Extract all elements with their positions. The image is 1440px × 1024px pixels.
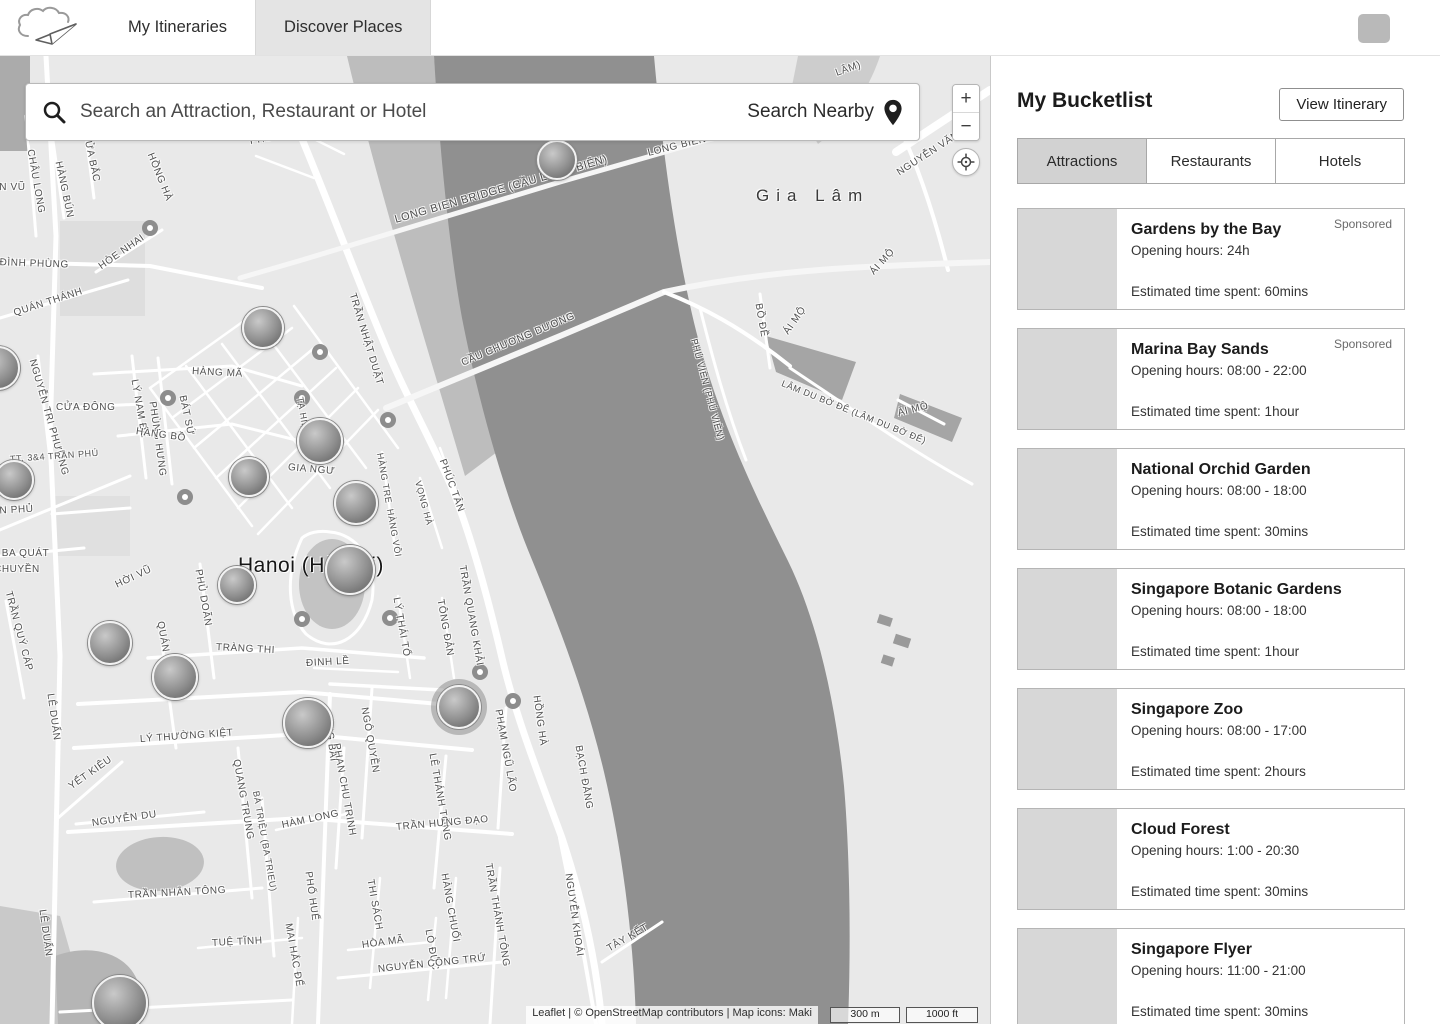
card-image-placeholder <box>1018 209 1117 309</box>
bucketlist-card[interactable]: Sponsored Gardens by the Bay Opening hou… <box>1017 208 1405 310</box>
search-icon <box>43 101 66 124</box>
street-label: CHUYỀN <box>0 564 40 575</box>
bucketlist-card[interactable]: Singapore Botanic Gardens Opening hours:… <box>1017 568 1405 670</box>
card-time-spent: Estimated time spent: 30mins <box>1131 1004 1309 1019</box>
card-opening-hours: Opening hours: 08:00 - 17:00 <box>1131 723 1307 738</box>
card-title: National Orchid Garden <box>1131 461 1311 478</box>
map-photo-marker[interactable] <box>283 698 333 748</box>
card-time-spent: Estimated time spent: 1hour <box>1131 644 1300 659</box>
card-image-placeholder <box>1018 929 1117 1024</box>
card-opening-hours: Opening hours: 24h <box>1131 243 1250 258</box>
attribution-text: | © <box>565 1007 586 1019</box>
map-photo-marker[interactable] <box>437 685 481 729</box>
card-opening-hours: Opening hours: 11:00 - 21:00 <box>1131 963 1306 978</box>
card-body: Sponsored Marina Bay Sands Opening hours… <box>1117 329 1404 429</box>
maki-link[interactable]: Maki <box>789 1007 812 1019</box>
attribution-text: contributors | Map icons: <box>663 1007 789 1019</box>
map-photo-marker[interactable] <box>325 545 375 595</box>
sponsored-badge: Sponsored <box>1333 217 1392 231</box>
avatar[interactable] <box>1358 14 1390 43</box>
bucketlist-card[interactable]: Sponsored Marina Bay Sands Opening hours… <box>1017 328 1405 430</box>
bucketlist-cards: Sponsored Gardens by the Bay Opening hou… <box>1017 208 1405 1024</box>
street-label: O BA QUÁT <box>0 548 50 559</box>
bucketlist-tabs: Attractions Restaurants Hotels <box>1017 138 1405 184</box>
card-image-placeholder <box>1018 569 1117 669</box>
card-image-placeholder <box>1018 329 1117 429</box>
map-search-bar: Search Nearby <box>25 83 920 141</box>
search-input[interactable] <box>80 101 732 123</box>
map-photo-marker[interactable] <box>334 481 378 525</box>
map-attribution: Leaflet | © OpenStreetMap contributors |… <box>526 1006 818 1024</box>
district-label: Gia Lâm <box>756 186 870 205</box>
bucketlist-card[interactable]: Singapore Flyer Opening hours: 11:00 - 2… <box>1017 928 1405 1024</box>
locate-button[interactable] <box>952 148 980 176</box>
card-opening-hours: Opening hours: 08:00 - 18:00 <box>1131 483 1307 498</box>
map-photo-marker[interactable] <box>242 307 284 349</box>
search-nearby-button[interactable]: Search Nearby <box>731 99 903 126</box>
map-photo-marker[interactable] <box>88 621 132 665</box>
map-photo-marker[interactable] <box>297 418 343 464</box>
bucketlist-card[interactable]: Singapore Zoo Opening hours: 08:00 - 17:… <box>1017 688 1405 790</box>
paper-plane-cloud-icon <box>17 6 77 45</box>
card-image-placeholder <box>1018 809 1117 909</box>
map-photo-marker[interactable] <box>152 654 198 700</box>
map-photo-marker[interactable] <box>218 566 256 604</box>
street-label: CỬA ĐÔNG <box>56 402 116 413</box>
map-photo-marker[interactable] <box>537 140 577 180</box>
card-time-spent: Estimated time spent: 30mins <box>1131 524 1309 539</box>
tab-attractions[interactable]: Attractions <box>1017 138 1147 184</box>
card-body: Singapore Botanic Gardens Opening hours:… <box>1117 569 1404 669</box>
view-itinerary-button[interactable]: View Itinerary <box>1279 88 1404 121</box>
card-body: Sponsored Gardens by the Bay Opening hou… <box>1117 209 1404 309</box>
search-nearby-label: Search Nearby <box>747 101 874 122</box>
panel-title: My Bucketlist <box>1017 89 1153 112</box>
scale-bar-imperial: 1000 ft <box>906 1007 978 1023</box>
card-opening-hours: Opening hours: 1:00 - 20:30 <box>1131 843 1300 858</box>
card-time-spent: Estimated time spent: 1hour <box>1131 404 1300 419</box>
street-label: ĐINH LỀ <box>305 655 350 669</box>
card-title: Cloud Forest <box>1131 821 1230 838</box>
nav-tab-my-itineraries[interactable]: My Itineraries <box>100 0 255 55</box>
crosshair-icon <box>957 153 975 171</box>
card-title: Singapore Zoo <box>1131 701 1243 718</box>
tab-hotels[interactable]: Hotels <box>1275 138 1405 184</box>
map-photo-marker[interactable] <box>229 457 269 497</box>
tab-restaurants[interactable]: Restaurants <box>1146 138 1276 184</box>
card-body: Singapore Flyer Opening hours: 11:00 - 2… <box>1117 929 1404 1024</box>
zoom-control: + − <box>952 84 980 141</box>
card-time-spent: Estimated time spent: 30mins <box>1131 884 1309 899</box>
card-title: Singapore Flyer <box>1131 941 1252 958</box>
card-title: Singapore Botanic Gardens <box>1131 581 1342 598</box>
osm-link[interactable]: OpenStreetMap <box>585 1007 663 1019</box>
map-photo-marker[interactable] <box>92 975 148 1024</box>
top-nav: My Itineraries Discover Places <box>0 0 1440 56</box>
card-time-spent: Estimated time spent: 60mins <box>1131 284 1309 299</box>
scale-bar-metric: 300 m <box>830 1007 900 1023</box>
map[interactable]: LONG BIEN BRIDGE (CẦU LONG BIÊN) LONG BIÊ… <box>0 56 990 1024</box>
card-body: National Orchid Garden Opening hours: 08… <box>1117 449 1404 549</box>
card-opening-hours: Opening hours: 08:00 - 18:00 <box>1131 603 1307 618</box>
bucketlist-card[interactable]: National Orchid Garden Opening hours: 08… <box>1017 448 1405 550</box>
card-image-placeholder <box>1018 449 1117 549</box>
card-time-spent: Estimated time spent: 2hours <box>1131 764 1306 779</box>
app-logo <box>0 0 100 55</box>
bucketlist-panel: My Bucketlist View Itinerary Attractions… <box>990 56 1440 1024</box>
sponsored-badge: Sponsored <box>1333 337 1392 351</box>
zoom-out-button[interactable]: − <box>953 113 979 140</box>
bucketlist-card[interactable]: Cloud Forest Opening hours: 1:00 - 20:30… <box>1017 808 1405 910</box>
zoom-in-button[interactable]: + <box>953 85 979 112</box>
leaflet-link[interactable]: Leaflet <box>532 1007 565 1019</box>
card-body: Singapore Zoo Opening hours: 08:00 - 17:… <box>1117 689 1404 789</box>
card-image-placeholder <box>1018 689 1117 789</box>
card-opening-hours: Opening hours: 08:00 - 22:00 <box>1131 363 1307 378</box>
street-label: ÂN VŨ <box>0 182 26 193</box>
location-pin-icon <box>884 99 902 125</box>
card-body: Cloud Forest Opening hours: 1:00 - 20:30… <box>1117 809 1404 909</box>
nav-tab-discover-places[interactable]: Discover Places <box>255 0 432 55</box>
